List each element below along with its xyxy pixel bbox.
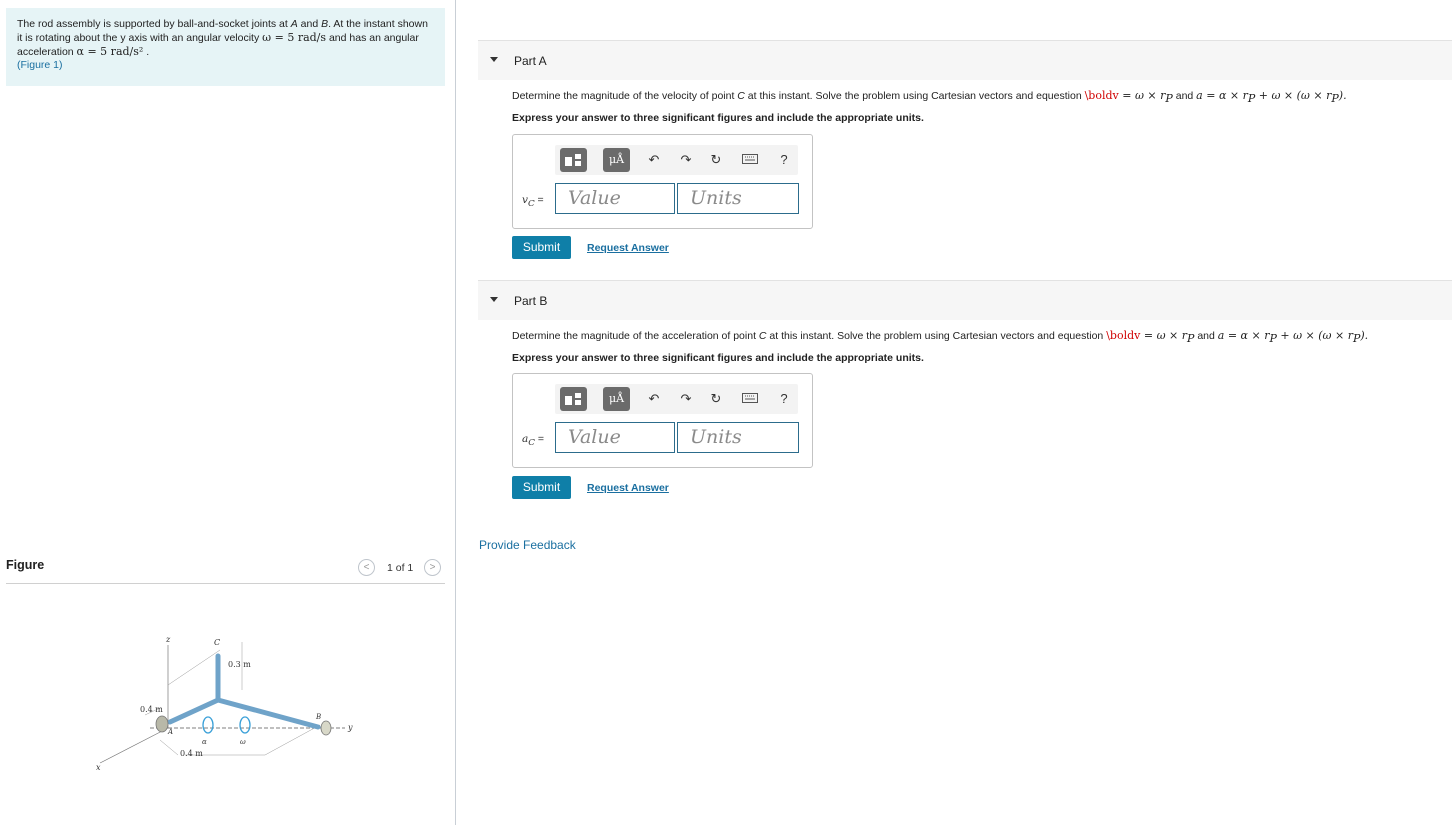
a-label: A	[167, 728, 173, 736]
figure-next-button[interactable]: >	[424, 559, 441, 576]
problem-text: and	[297, 18, 322, 30]
problem-statement: The rod assembly is supported by ball-an…	[6, 8, 445, 86]
part-b-variable-label: aC =	[522, 433, 544, 448]
var-equals: =	[534, 194, 544, 206]
math-toolbar: μÅ ↶ ↷ ↻ ?	[555, 384, 798, 414]
part-b-answer-box: μÅ ↶ ↷ ↻ ? aC = Value Units	[512, 373, 813, 468]
figure-link[interactable]: (Figure 1)	[17, 59, 434, 72]
equation-part: a = α × r	[1196, 89, 1248, 102]
omega-label: ω	[240, 738, 246, 746]
part-a-answer-box: μÅ ↶ ↷ ↻ ? vC = Value Units	[512, 134, 813, 229]
template-icon[interactable]	[560, 387, 587, 411]
dim-line	[167, 649, 221, 686]
b-label: B	[315, 713, 321, 721]
figure-title: Figure	[6, 558, 45, 572]
keyboard-icon[interactable]	[741, 151, 759, 169]
rod-assembly-figure: z C 0.3 m 0.4 m A B y α ω 0.4 m x	[96, 635, 353, 772]
equation-part: ).	[1360, 329, 1369, 342]
redo-icon[interactable]: ↷	[677, 151, 695, 169]
part-a-header[interactable]: Part A	[478, 40, 1452, 80]
part-a-value-input[interactable]: Value	[555, 183, 675, 214]
question-text: at this instant. Solve the problem using…	[744, 90, 1085, 102]
collapse-triangle-icon[interactable]	[490, 297, 498, 302]
part-a-units-input[interactable]: Units	[677, 183, 799, 214]
redo-icon[interactable]: ↷	[677, 390, 695, 408]
equation-error-text: \boldv	[1106, 329, 1141, 342]
problem-text: The rod assembly is supported by ball-an…	[17, 18, 291, 30]
keyboard-icon[interactable]	[741, 390, 759, 408]
part-b-title: Part B	[514, 294, 548, 308]
part-b-units-input[interactable]: Units	[677, 422, 799, 453]
problem-text: .	[143, 46, 150, 58]
dim-line	[159, 739, 179, 756]
y-label: y	[347, 723, 353, 732]
question-text: at this instant. Solve the problem using…	[766, 330, 1107, 342]
x-label: x	[96, 763, 101, 772]
alpha-expression: α = 5 rad/s²	[76, 45, 144, 58]
omega-expression: ω = 5 rad/s	[262, 31, 327, 44]
dim-03-label: 0.3 m	[228, 660, 251, 669]
help-icon[interactable]: ?	[775, 151, 793, 169]
equation-error-text: \boldv	[1084, 89, 1119, 102]
reset-icon[interactable]: ↻	[707, 151, 725, 169]
units-button[interactable]: μÅ	[603, 387, 630, 411]
part-b-submit-button[interactable]: Submit	[512, 476, 571, 499]
equation-subscript: P	[1331, 92, 1339, 106]
var-subscript: C	[528, 438, 535, 449]
point-c-label: C	[737, 90, 745, 102]
c-label: C	[214, 638, 220, 647]
part-a-instructions: Express your answer to three significant…	[512, 112, 924, 124]
undo-icon[interactable]: ↶	[645, 390, 663, 408]
units-button[interactable]: μÅ	[603, 148, 630, 172]
equation-part: + ω × (ω × r	[1255, 89, 1332, 102]
part-b-instructions: Express your answer to three significant…	[512, 352, 924, 364]
var-subscript: C	[527, 199, 535, 210]
part-b-request-answer-link[interactable]: Request Answer	[587, 482, 669, 494]
part-b-value-input[interactable]: Value	[555, 422, 675, 453]
ball-socket-a	[155, 715, 169, 733]
alpha-label: α	[202, 738, 207, 746]
collapse-triangle-icon[interactable]	[490, 57, 498, 62]
alpha-rotation-icon	[202, 716, 214, 734]
provide-feedback-link[interactable]: Provide Feedback	[479, 538, 576, 552]
figure-prev-button[interactable]: <	[358, 559, 375, 576]
reset-icon[interactable]: ↻	[707, 390, 725, 408]
equation-subscript: P	[1165, 92, 1173, 106]
left-pane: The rod assembly is supported by ball-an…	[0, 0, 456, 825]
equation-part: = ω × r	[1140, 329, 1188, 342]
part-b-question: Determine the magnitude of the accelerat…	[512, 329, 1368, 345]
equation-subscript: P	[1269, 332, 1277, 346]
undo-icon[interactable]: ↶	[645, 151, 663, 169]
part-a-variable-label: vC =	[522, 194, 544, 209]
help-icon[interactable]: ?	[775, 390, 793, 408]
part-b-header[interactable]: Part B	[478, 280, 1452, 320]
part-a-title: Part A	[514, 54, 547, 68]
x-axis-line	[99, 727, 169, 764]
figure-header: Figure < 1 of 1 >	[6, 556, 445, 584]
question-text: Determine the magnitude of the accelerat…	[512, 330, 759, 342]
part-a-request-answer-link[interactable]: Request Answer	[587, 242, 669, 254]
part-a-question: Determine the magnitude of the velocity …	[512, 89, 1347, 105]
equation-part: ).	[1338, 89, 1347, 102]
ball-socket-b	[320, 720, 332, 736]
point-c-label: C	[758, 330, 767, 342]
var-equals: =	[534, 433, 545, 445]
question-text: and	[1194, 330, 1218, 342]
equation-part: + ω × (ω × r	[1276, 329, 1353, 342]
figure-counter: 1 of 1	[387, 562, 414, 574]
dim-line	[264, 724, 321, 756]
part-a-submit-button[interactable]: Submit	[512, 236, 571, 259]
dim-04-bottom-label: 0.4 m	[180, 749, 203, 758]
equation-part: a = α × r	[1217, 329, 1270, 342]
template-icon[interactable]	[560, 148, 587, 172]
equation-part: = ω × r	[1118, 89, 1166, 102]
z-label: z	[165, 635, 171, 644]
math-toolbar: μÅ ↶ ↷ ↻ ?	[555, 145, 798, 175]
dim-04-top-label: 0.4 m	[140, 705, 163, 714]
question-text: Determine the magnitude of the velocity …	[512, 90, 738, 102]
omega-rotation-icon	[239, 716, 251, 734]
question-text: and	[1172, 90, 1197, 102]
rod-junction-b	[215, 697, 321, 730]
point-a-label: A	[290, 18, 298, 30]
